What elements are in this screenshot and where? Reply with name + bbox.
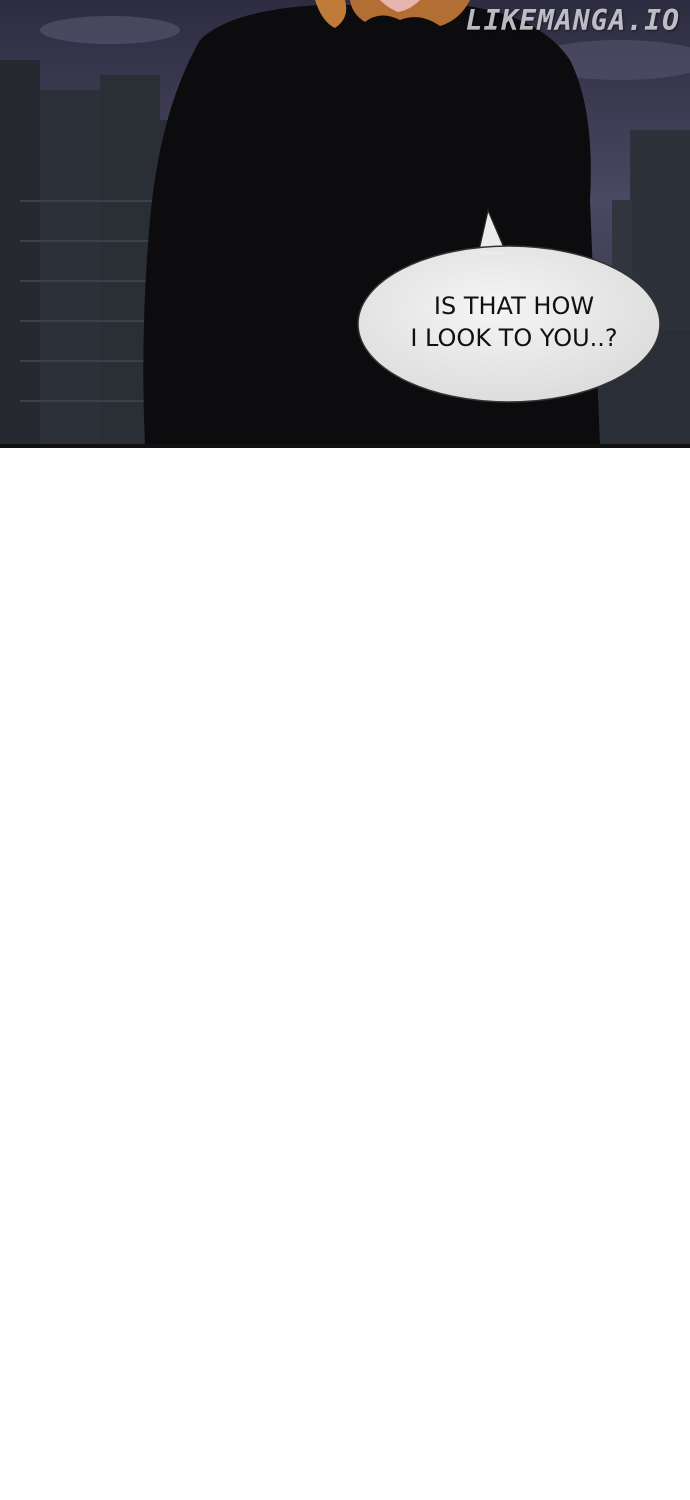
speech-bubble-text: IS THAT HOW I LOOK TO YOU..? bbox=[358, 290, 670, 354]
speech-line-1: IS THAT HOW bbox=[433, 292, 595, 320]
comic-panel: LIKEMANGA.IO bbox=[0, 0, 690, 446]
speech-line-2: I LOOK TO YOU..? bbox=[410, 324, 618, 352]
cloud bbox=[40, 16, 180, 44]
site-watermark: LIKEMANGA.IO bbox=[465, 4, 680, 37]
blank-gutter bbox=[0, 448, 690, 1500]
panel-artwork bbox=[0, 0, 690, 446]
